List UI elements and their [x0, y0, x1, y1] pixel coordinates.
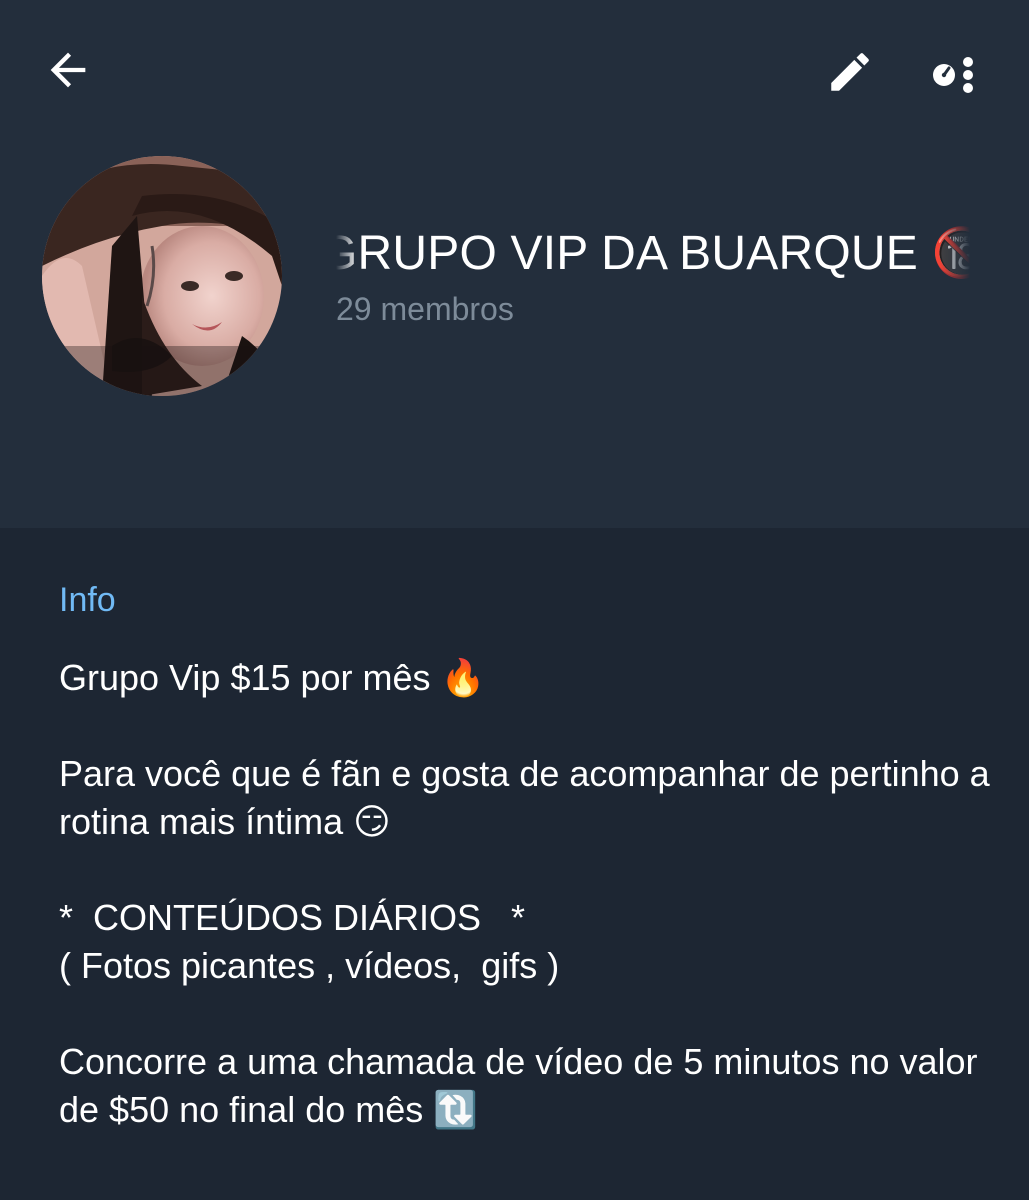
more-vertical-icon [933, 57, 973, 93]
pencil-icon [831, 53, 869, 91]
title-fade-right [940, 222, 970, 286]
group-description: Grupo Vip $15 por mês 🔥 Para você que é … [59, 657, 990, 1130]
edit-button[interactable] [820, 42, 880, 102]
title-fade-left [336, 222, 358, 286]
more-options-button[interactable] [922, 42, 982, 102]
back-button[interactable] [38, 40, 98, 100]
group-title: GRUPO VIP DA BUARQUE 🔞😱 GRUPO VIP DA BUA… [336, 222, 970, 286]
profile-header: GRUPO VIP DA BUARQUE 🔞😱 GRUPO VIP DA BUA… [0, 0, 1029, 528]
avatar-photo [42, 156, 282, 396]
arrow-left-icon [50, 52, 86, 88]
group-avatar[interactable] [42, 156, 282, 396]
member-count: 29 membros [336, 291, 514, 327]
group-title-text: GRUPO VIP DA BUARQUE 🔞😱 GRUPO VIP DA BUA… [336, 227, 970, 280]
info-section-label: Info [59, 581, 116, 619]
